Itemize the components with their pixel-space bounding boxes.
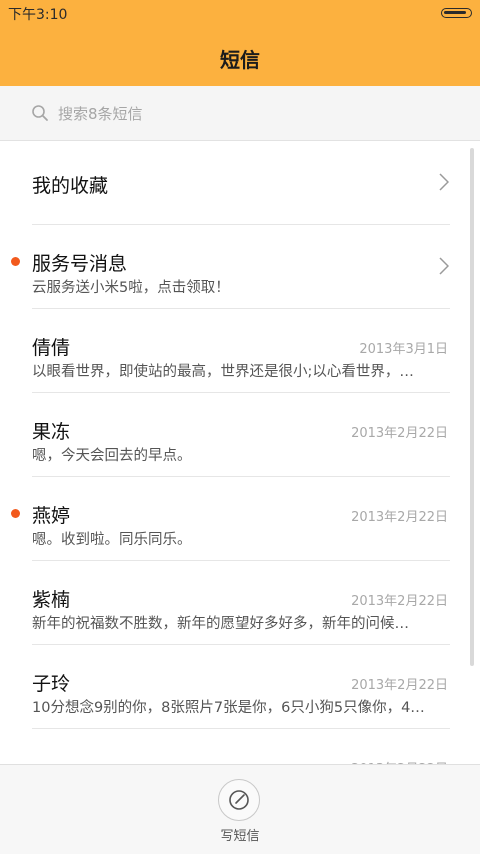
conversation-date: 2013年2月22日 bbox=[351, 594, 448, 609]
conversation-name: 服务号消息 bbox=[32, 253, 128, 275]
conversation-row[interactable]: 子玲 10分想念9别的你，8张照片7张是你，6只小狗5只像你，4… 2013年2月2… bbox=[0, 645, 480, 729]
conversation-name: 倩倩 bbox=[32, 337, 71, 359]
conversation-name: 燕婷 bbox=[32, 505, 71, 527]
conversation-row[interactable]: 燕婷嗯。收到啦。同乐同乐。 2013年2月22日 bbox=[0, 477, 480, 561]
search-input[interactable]: 搜索8条短信 bbox=[58, 103, 143, 124]
compose-icon bbox=[229, 790, 249, 810]
search-icon bbox=[32, 105, 48, 121]
conversation-name: 我的收藏 bbox=[32, 175, 109, 197]
page-title: 短信 bbox=[220, 48, 260, 72]
conversation-snippet: 嗯。收到啦。同乐同乐。 bbox=[32, 532, 192, 548]
conversation-snippet: 新年的祝福数不胜数，新年的愿望好多好多，新年的问候… bbox=[32, 616, 409, 632]
unread-dot bbox=[11, 509, 20, 518]
chevron-right-icon bbox=[439, 257, 449, 275]
conversation-row[interactable]: 果冻嗯，今天会回去的早点。 2013年2月22日 bbox=[0, 393, 480, 477]
unread-dot bbox=[11, 257, 20, 266]
scrollbar[interactable] bbox=[470, 148, 474, 666]
status-time: 下午3:10 bbox=[8, 7, 68, 23]
conversation-row[interactable]: 服务号消息云服务送小米5啦，点击领取！ bbox=[0, 225, 480, 309]
compose-button[interactable] bbox=[218, 779, 260, 821]
conversation-date: 2013年2月22日 bbox=[351, 678, 448, 693]
chevron-right-icon bbox=[439, 173, 449, 191]
app-header: 下午3:10 短信 bbox=[0, 0, 480, 86]
conversation-list[interactable]: 我的收藏 服务号消息 云服务送小米5啦，点击领取！ 倩倩 以眼看世界，即使站的最高，世界… bbox=[0, 141, 480, 764]
conversation-date: 2013年2月22日 bbox=[351, 510, 448, 525]
conversation-name: 紫楠 bbox=[32, 589, 71, 611]
conversation-row[interactable]: 雅娜2013年2月22日 bbox=[0, 729, 480, 764]
conversation-snippet: 10分想念9别的你，8张照片7张是你，6只小狗5只像你，4… bbox=[32, 700, 425, 716]
conversation-date: 2013年3月1日 bbox=[359, 342, 448, 357]
conversation-name: 果冻 bbox=[32, 421, 71, 443]
conversation-row[interactable]: 我的收藏 bbox=[0, 141, 480, 225]
conversation-row[interactable]: 倩倩以眼看世界，即使站的最高，世界还是很小;以心看世界，… 2013年3月1日 bbox=[0, 309, 480, 393]
conversation-snippet: 以眼看世界，即使站的最高，世界还是很小;以心看世界，… bbox=[32, 364, 414, 380]
conversation-snippet: 嗯，今天会回去的早点。 bbox=[32, 448, 192, 464]
conversation-row[interactable]: 紫楠新年的祝福数不胜数，新年的愿望好多好多，新年的问候… 2013年2月22日 bbox=[0, 561, 480, 645]
conversation-name: 子玲 bbox=[32, 673, 71, 695]
conversation-snippet: 云服务送小米5啦，点击领取！ bbox=[32, 280, 230, 296]
compose-label: 写短信 bbox=[220, 829, 260, 844]
battery-level bbox=[444, 11, 466, 14]
conversation-date: 2013年2月22日 bbox=[351, 426, 448, 441]
battery-icon bbox=[441, 8, 472, 18]
